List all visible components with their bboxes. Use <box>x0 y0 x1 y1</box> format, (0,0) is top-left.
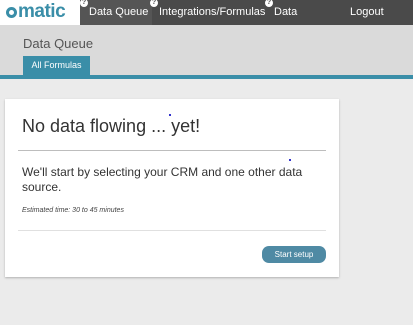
cursor-speck <box>169 114 171 116</box>
help-icon[interactable]: ? <box>265 0 273 7</box>
estimated-time: Estimated time: 30 to 45 minutes <box>22 207 124 214</box>
cursor-speck <box>289 159 291 161</box>
logo-text: matic <box>18 1 66 22</box>
nav-data-queue[interactable]: ? Data Queue <box>80 0 152 25</box>
nav-integrations-formulas[interactable]: ? Integrations/Formulas <box>150 0 265 25</box>
nav-data-queue-label: Data Queue <box>89 6 149 18</box>
card-heading: No data flowing ... yet! <box>22 116 201 136</box>
help-icon[interactable]: ? <box>150 0 158 7</box>
nav-data-sources[interactable]: ? Data Sources <box>265 0 340 43</box>
top-navigation: matic ? Data Queue ? Integrations/Formul… <box>0 0 413 43</box>
start-setup-button[interactable]: Start setup <box>262 246 326 263</box>
divider <box>18 150 326 151</box>
logo-area[interactable]: matic <box>0 0 80 25</box>
nav-logout[interactable]: Logout <box>350 0 390 25</box>
nav-logout-label: Logout <box>350 6 384 18</box>
page-header: Data Queue All Formulas <box>0 25 413 75</box>
nav-integrations-label: Integrations/Formulas <box>159 6 266 18</box>
tab-underline <box>0 75 413 79</box>
page-title: Data Queue <box>23 36 94 51</box>
omatic-logo: matic <box>6 1 66 22</box>
divider <box>18 230 326 231</box>
tab-all-formulas[interactable]: All Formulas <box>23 56 90 75</box>
card-description: We'll start by selecting your CRM and on… <box>22 165 303 194</box>
empty-state-card: No data flowing ... yet! We'll start by … <box>5 99 339 277</box>
help-icon[interactable]: ? <box>80 0 88 7</box>
